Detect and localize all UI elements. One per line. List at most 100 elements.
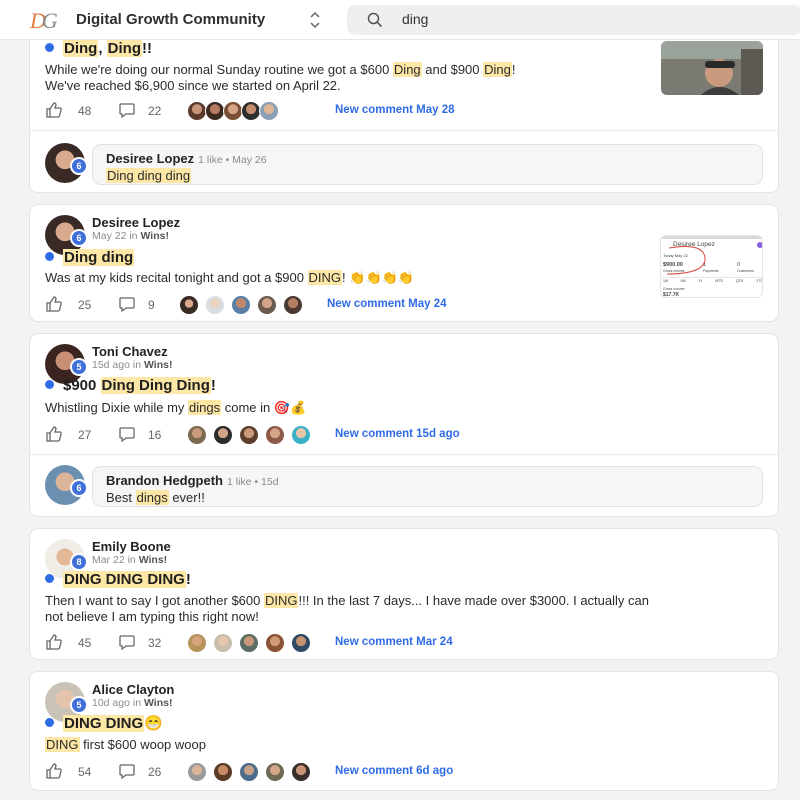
post-stats: 54 26 New comment 6d ago — [45, 762, 745, 782]
community-name[interactable]: Digital Growth Community — [76, 11, 265, 28]
new-comment-link[interactable]: New comment 15d ago — [335, 428, 460, 440]
post-thumbnail[interactable] — [661, 41, 763, 95]
avatar — [205, 101, 225, 121]
post-title[interactable]: Ding ding — [45, 249, 135, 266]
unread-dot — [45, 574, 54, 583]
avatar — [213, 425, 233, 445]
avatar — [179, 295, 199, 315]
avatar — [213, 633, 233, 653]
post-body: Was at my kids recital tonight and got a… — [45, 270, 415, 285]
post-meta: May 22 in Wins! — [92, 230, 169, 242]
comment-text: Ding ding ding — [106, 168, 192, 183]
comment-count: 22 — [148, 104, 162, 118]
post-card[interactable]: 5 Toni Chavez 15d ago in Wins! $900 Ding… — [29, 333, 779, 517]
author-name[interactable]: Desiree Lopez — [92, 215, 180, 230]
post-thumbnail[interactable]: Desiree Lopez Today May 22 $900.00 1 0 G… — [660, 235, 763, 298]
avatar — [205, 295, 225, 315]
post-meta: Mar 22 in Wins! — [92, 554, 168, 566]
like-icon[interactable] — [45, 295, 63, 313]
comment-author[interactable]: Brandon Hedgpeth — [106, 473, 223, 488]
switcher-icon[interactable] — [308, 10, 322, 30]
divider — [30, 454, 778, 455]
comment-icon[interactable] — [118, 425, 136, 443]
comment-icon[interactable] — [118, 633, 136, 651]
avatar — [265, 633, 285, 653]
search-bar[interactable] — [347, 5, 800, 35]
new-comment-link[interactable]: New comment Mar 24 — [335, 636, 453, 648]
new-comment-link[interactable]: New comment May 28 — [335, 104, 455, 116]
post-title[interactable]: DING DING😁 — [45, 714, 163, 732]
comment-bubble[interactable]: Desiree Lopez 1 like • May 26 Ding ding d… — [92, 144, 763, 185]
post-body: Whistling Dixie while my dings come in 🎯… — [45, 400, 307, 415]
post-stats: 48 22 New comment May 28 — [45, 101, 765, 121]
new-comment-link[interactable]: New comment May 24 — [327, 298, 447, 310]
level-badge: 8 — [70, 553, 88, 571]
avatar — [259, 101, 279, 121]
new-comment-link[interactable]: New comment 6d ago — [335, 765, 453, 777]
avatar — [239, 762, 259, 782]
author-name[interactable]: Alice Clayton — [92, 682, 174, 697]
comment-count: 9 — [148, 298, 155, 312]
like-count: 27 — [78, 428, 92, 442]
comment-meta: 1 like • 15d — [227, 476, 279, 488]
search-input[interactable] — [402, 11, 702, 27]
level-badge: 6 — [70, 229, 88, 247]
comment-text: Best dings ever!! — [106, 490, 205, 505]
author-name[interactable]: Toni Chavez — [92, 344, 168, 359]
post-title[interactable]: $900 Ding Ding Ding! — [45, 377, 216, 394]
like-count: 48 — [78, 104, 92, 118]
search-icon — [367, 12, 383, 28]
unread-dot — [45, 718, 54, 727]
post-body: DING first $600 woop woop — [45, 737, 206, 752]
comment-count: 26 — [148, 765, 162, 779]
comment-author[interactable]: Desiree Lopez — [106, 151, 194, 166]
avatar — [291, 762, 311, 782]
divider — [30, 130, 778, 131]
community-logo[interactable]: DG — [30, 8, 64, 33]
comment-icon[interactable] — [118, 762, 136, 780]
author-name[interactable]: Emily Boone — [92, 539, 171, 554]
unread-dot — [45, 380, 54, 389]
post-body: Then I want to say I got another $600 DI… — [45, 593, 649, 624]
comment-icon[interactable] — [118, 295, 136, 313]
comment-icon[interactable] — [118, 101, 136, 119]
avatar — [265, 425, 285, 445]
avatar — [265, 762, 285, 782]
post-card[interactable]: 5 Alice Clayton 10d ago in Wins! DING DI… — [29, 671, 779, 791]
avatar — [239, 633, 259, 653]
comment-count: 32 — [148, 636, 162, 650]
avatar — [223, 101, 243, 121]
level-badge: 6 — [70, 157, 88, 175]
avatar — [283, 295, 303, 315]
comment-meta: 1 like • May 26 — [198, 154, 267, 166]
post-card[interactable]: 8 Emily Boone Mar 22 in Wins! DING DING … — [29, 528, 779, 660]
post-card[interactable]: 6 Desiree Lopez May 22 in Wins! Ding din… — [29, 204, 779, 322]
unread-dot — [45, 43, 54, 52]
post-stats: 25 9 New comment May 24 — [45, 295, 645, 315]
like-icon[interactable] — [45, 425, 63, 443]
post-body: While we're doing our normal Sunday rout… — [45, 62, 516, 93]
post-stats: 27 16 New comment 15d ago — [45, 425, 745, 445]
avatar — [187, 762, 207, 782]
like-icon[interactable] — [45, 633, 63, 651]
avatar — [231, 295, 251, 315]
level-badge: 6 — [70, 479, 88, 497]
like-count: 25 — [78, 298, 92, 312]
avatar — [291, 425, 311, 445]
level-badge: 5 — [70, 696, 88, 714]
like-icon[interactable] — [45, 101, 63, 119]
like-icon[interactable] — [45, 762, 63, 780]
unread-dot — [45, 252, 54, 261]
top-bar: DG Digital Growth Community — [0, 0, 800, 40]
comment-bubble[interactable]: Brandon Hedgpeth 1 like • 15d Best dings … — [92, 466, 763, 507]
post-stats: 45 32 New comment Mar 24 — [45, 633, 745, 653]
post-title[interactable]: DING DING DING! — [45, 571, 191, 588]
avatar — [239, 425, 259, 445]
like-count: 45 — [78, 636, 92, 650]
avatar — [187, 425, 207, 445]
avatar — [257, 295, 277, 315]
level-badge: 5 — [70, 358, 88, 376]
post-title[interactable]: Ding, Ding!! — [45, 40, 152, 57]
avatar — [291, 633, 311, 653]
like-count: 54 — [78, 765, 92, 779]
